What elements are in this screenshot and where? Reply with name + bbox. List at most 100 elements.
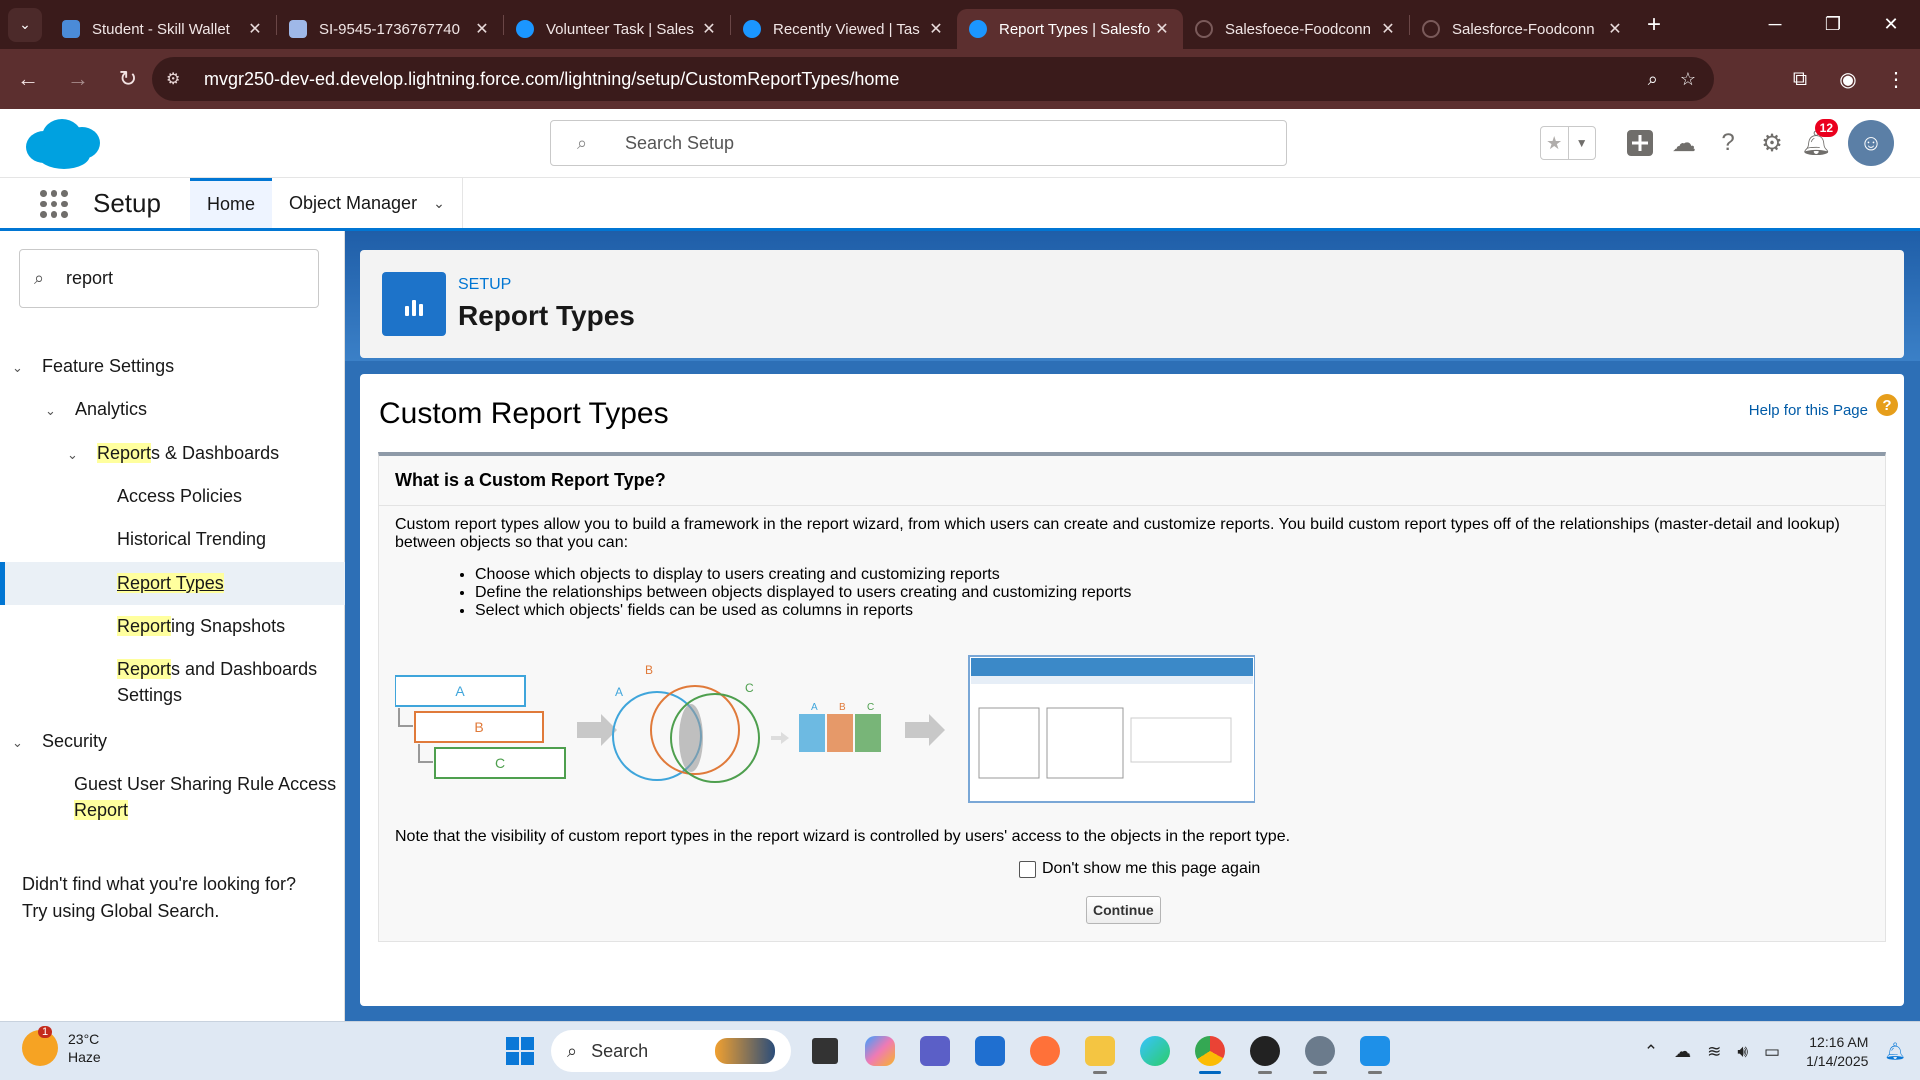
bookmark-star-icon[interactable]: ☆ xyxy=(1680,69,1696,90)
battery-icon[interactable]: ▭ xyxy=(1764,1042,1780,1062)
tree-label: Access Policies xyxy=(117,486,243,506)
favorites-button-group[interactable]: ★ ▼ xyxy=(1540,126,1596,160)
checkbox-label[interactable]: Don't show me this page again xyxy=(1042,860,1260,878)
task-view-icon[interactable] xyxy=(801,1028,849,1074)
browser-tab[interactable]: Salesfoece-Foodconn ✕ xyxy=(1183,9,1409,49)
gear-icon[interactable]: ⚙ xyxy=(1750,121,1794,165)
new-tab-button[interactable]: + xyxy=(1636,11,1672,39)
microsoft-store-icon[interactable] xyxy=(966,1028,1014,1074)
media-player-icon[interactable] xyxy=(1241,1028,1289,1074)
taskbar-search-label: Search xyxy=(591,1040,649,1061)
file-explorer-icon[interactable] xyxy=(1076,1028,1124,1074)
more-menu-icon[interactable]: ⋮ xyxy=(1872,67,1920,92)
reload-icon[interactable]: ↻ xyxy=(106,57,150,101)
list-item: Select which objects' fields can be used… xyxy=(475,602,1875,620)
browser-tab[interactable]: Volunteer Task | Sales ✕ xyxy=(504,9,730,49)
question-mark-icon[interactable]: ? xyxy=(1876,394,1898,416)
copilot-icon[interactable] xyxy=(856,1028,904,1074)
close-icon[interactable]: ✕ xyxy=(927,19,945,39)
close-icon[interactable]: ✕ xyxy=(246,19,264,39)
firefox-icon[interactable] xyxy=(1021,1028,1069,1074)
browser-tab[interactable]: Salesforce-Foodconn ✕ xyxy=(1410,9,1636,49)
tree-item-reports-dashboards[interactable]: ⌄ Reports & Dashboards xyxy=(67,440,279,468)
tree-item-reports-dashboards-settings[interactable]: Reports and Dashboards Settings xyxy=(117,656,317,708)
tab-title: Salesforce-Foodconn xyxy=(1452,20,1595,38)
browser-tab-active[interactable]: Report Types | Salesfo ✕ xyxy=(957,9,1183,49)
tree-item-guest-user-sharing[interactable]: Guest User Sharing Rule Access Report xyxy=(74,771,336,823)
tree-item-historical-trending[interactable]: Historical Trending xyxy=(117,526,266,552)
star-icon[interactable]: ★ xyxy=(1541,127,1568,159)
quick-find-input[interactable]: ⌕ report xyxy=(19,249,319,308)
help-link-text[interactable]: Help for this Page xyxy=(1749,402,1868,419)
tree-label: s & Dashboards xyxy=(151,443,280,463)
tree-item-feature-settings[interactable]: ⌄ Feature Settings xyxy=(12,353,174,381)
close-icon[interactable]: ✕ xyxy=(1153,19,1171,39)
chevron-down-icon[interactable]: ⌄ xyxy=(45,398,63,424)
trailhead-icon[interactable]: ☁ xyxy=(1662,121,1706,165)
clock[interactable]: 12:16 AM 1/14/2025 xyxy=(1806,1033,1868,1071)
address-bar[interactable]: ⚙ mvgr250-dev-ed.develop.lightning.force… xyxy=(152,57,1714,101)
app-launcher-icon[interactable] xyxy=(38,188,70,220)
help-for-page-link[interactable]: Help for this Page xyxy=(1749,402,1868,419)
browser-tab[interactable]: Recently Viewed | Tas ✕ xyxy=(731,9,957,49)
system-tray: ⌃ ☁ ≋ 🔊︎ ▭ 12:16 AM 1/14/2025 🔔︎ xyxy=(1628,1022,1906,1080)
wifi-icon[interactable]: ≋ xyxy=(1707,1042,1721,1062)
close-window-icon[interactable]: ✕ xyxy=(1862,0,1920,49)
taskbar-search-box[interactable]: ⌕ Search xyxy=(551,1030,791,1072)
tab-search-menu-button[interactable]: ⌄ xyxy=(8,7,42,42)
list-item: Choose which objects to display to users… xyxy=(475,566,1875,584)
weather-badge: 1 xyxy=(38,1026,53,1038)
tree-item-access-policies[interactable]: Access Policies xyxy=(117,483,242,509)
diagram-label-c: C xyxy=(495,755,505,771)
tab-object-manager[interactable]: Object Manager ⌄ xyxy=(272,178,463,228)
continue-button[interactable]: Continue xyxy=(1086,896,1161,924)
notifications-bell-icon[interactable]: 🔔︎ 12 xyxy=(1794,119,1838,165)
tree-item-analytics[interactable]: ⌄ Analytics xyxy=(45,396,147,424)
github-icon xyxy=(1195,20,1213,38)
volume-icon[interactable]: 🔊︎ xyxy=(1737,1042,1748,1062)
windows-start-icon[interactable] xyxy=(496,1028,544,1074)
chevron-up-icon[interactable]: ⌃ xyxy=(1644,1042,1658,1062)
tree-item-security[interactable]: ⌄ Security xyxy=(12,728,107,756)
browser-tab[interactable]: SI-9545-1736767740 ✕ xyxy=(277,9,503,49)
chevron-down-icon[interactable]: ⌄ xyxy=(12,355,30,381)
global-actions-icon[interactable] xyxy=(1618,121,1662,165)
close-icon[interactable]: ✕ xyxy=(700,19,718,39)
onedrive-cloud-icon[interactable]: ☁ xyxy=(1674,1042,1691,1062)
restore-icon[interactable]: ❐ xyxy=(1804,0,1862,49)
dont-show-again-option[interactable]: Don't show me this page again xyxy=(1019,860,1260,878)
site-info-icon[interactable]: ⚙ xyxy=(166,69,194,89)
avatar[interactable]: ☺ xyxy=(1848,120,1894,166)
back-arrow-icon[interactable]: ← xyxy=(6,57,50,101)
extensions-icon[interactable]: ⧉ xyxy=(1776,68,1824,91)
help-icon[interactable]: ? xyxy=(1706,121,1750,165)
close-icon[interactable]: ✕ xyxy=(473,19,491,39)
search-setup-input[interactable]: ⌕ Search Setup xyxy=(550,120,1287,166)
teams-icon[interactable] xyxy=(911,1028,959,1074)
close-icon[interactable]: ✕ xyxy=(1379,19,1397,39)
settings-gear-icon[interactable] xyxy=(1296,1028,1344,1074)
chevron-down-icon[interactable]: ▼ xyxy=(1567,127,1596,159)
tab-home[interactable]: Home xyxy=(190,178,272,228)
forward-arrow-icon[interactable]: → xyxy=(56,57,100,101)
close-icon[interactable]: ✕ xyxy=(1606,19,1624,39)
browser-tab[interactable]: Student - Skill Wallet ✕ xyxy=(50,9,276,49)
tree-item-report-types[interactable]: Report Types xyxy=(117,570,224,596)
weather-desc: Haze xyxy=(68,1049,101,1065)
profile-icon[interactable]: ◉ xyxy=(1824,67,1872,92)
minimize-icon[interactable]: ─ xyxy=(1746,0,1804,49)
venn-label-c: C xyxy=(745,681,754,695)
zoom-icon[interactable]: ⌕ xyxy=(1648,69,1658,90)
chrome-icon[interactable] xyxy=(1186,1028,1234,1074)
photos-icon[interactable] xyxy=(1351,1028,1399,1074)
edge-icon[interactable] xyxy=(1131,1028,1179,1074)
tree-item-reporting-snapshots[interactable]: Reporting Snapshots xyxy=(117,613,285,639)
chevron-down-icon[interactable]: ⌄ xyxy=(433,195,445,212)
chevron-down-icon[interactable]: ⌄ xyxy=(67,442,85,468)
chevron-down-icon[interactable]: ⌄ xyxy=(12,730,30,756)
weather-widget[interactable]: 1 23°C Haze xyxy=(22,1026,101,1066)
salesforce-logo[interactable] xyxy=(22,117,102,171)
app-navigation-bar: Setup Home Object Manager ⌄ xyxy=(0,178,1920,231)
notification-bell-icon[interactable]: 🔔︎ xyxy=(1884,1042,1906,1062)
dont-show-checkbox[interactable] xyxy=(1019,860,1036,878)
